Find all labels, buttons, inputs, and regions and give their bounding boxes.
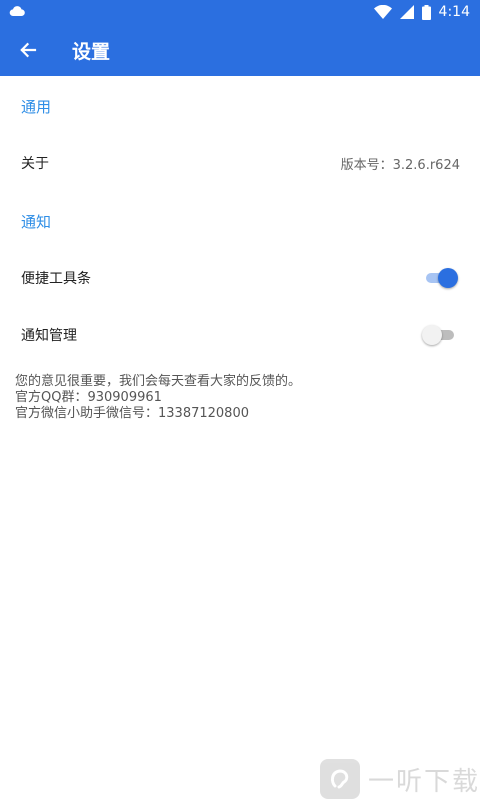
back-button[interactable] xyxy=(12,34,44,66)
about-label: 关于 xyxy=(21,156,49,172)
switch-thumb xyxy=(422,325,442,345)
about-row[interactable]: 关于 版本号：3.2.6.r624 xyxy=(0,143,480,183)
toolbar-toggle-switch[interactable] xyxy=(422,266,458,290)
signal-icon xyxy=(399,5,414,19)
ear-icon xyxy=(330,769,349,789)
notify-manage-label: 通知管理 xyxy=(21,328,77,344)
watermark: 一听下载 xyxy=(320,757,480,801)
page-title: 设置 xyxy=(72,41,111,63)
cloud-icon xyxy=(9,6,25,16)
wechat-line: 官方微信小助手微信号：13387120800 xyxy=(15,406,249,421)
wifi-icon xyxy=(373,5,392,19)
app-bar: 设置 xyxy=(0,24,480,76)
notify-manage-switch[interactable] xyxy=(422,323,458,347)
version-text: 版本号：3.2.6.r624 xyxy=(340,158,460,173)
switch-thumb xyxy=(438,268,458,288)
toolbar-toggle-label: 便捷工具条 xyxy=(21,271,91,287)
qq-group-line: 官方QQ群：930909961 xyxy=(15,390,162,405)
watermark-text: 一听下载 xyxy=(368,766,480,797)
status-right: 4:14 xyxy=(373,2,470,22)
status-bar: 4:14 xyxy=(0,0,480,24)
toolbar-toggle-row[interactable]: 便捷工具条 xyxy=(0,258,480,298)
notify-manage-row[interactable]: 通知管理 xyxy=(0,315,480,355)
status-time: 4:14 xyxy=(438,4,470,20)
section-header-notify: 通知 xyxy=(21,213,52,231)
battery-icon xyxy=(421,4,431,20)
watermark-logo-icon xyxy=(320,759,360,799)
arrow-left-icon xyxy=(20,42,37,58)
feedback-text: 您的意见很重要，我们会每天查看大家的反馈的。 官方QQ群：930909961 官… xyxy=(15,374,475,422)
feedback-line-1: 您的意见很重要，我们会每天查看大家的反馈的。 xyxy=(15,374,302,389)
section-header-general: 通用 xyxy=(21,98,52,116)
